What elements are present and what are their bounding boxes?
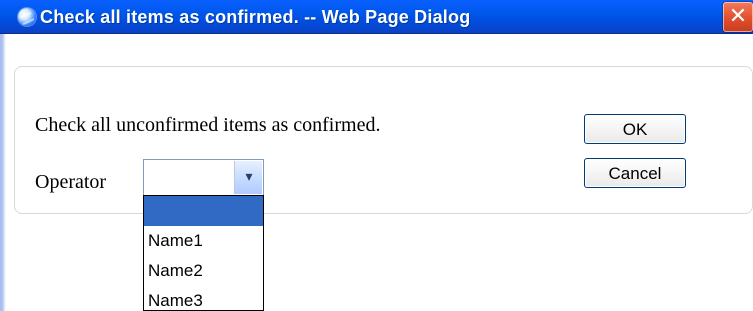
dropdown-option[interactable]: Name1 (144, 226, 263, 256)
close-icon: ✕ (728, 4, 748, 29)
dropdown-option[interactable]: Name3 (144, 286, 263, 310)
dialog-window: Check all items as confirmed. -- Web Pag… (0, 0, 753, 311)
window-left-border (0, 34, 6, 311)
dropdown-option[interactable]: Name2 (144, 256, 263, 286)
cancel-button[interactable]: Cancel (584, 158, 686, 188)
dropdown-option[interactable] (144, 196, 263, 226)
confirm-message: Check all unconfirmed items as confirmed… (35, 114, 381, 136)
operator-label: Operator (35, 171, 107, 193)
ok-button[interactable]: OK (584, 114, 686, 144)
close-button[interactable]: ✕ (723, 2, 753, 32)
chevron-down-icon: ▾ (245, 169, 253, 185)
operator-dropdown-list[interactable]: Name1 Name2 Name3 (143, 195, 264, 311)
title-bar: Check all items as confirmed. -- Web Pag… (0, 0, 753, 34)
window-title: Check all items as confirmed. -- Web Pag… (40, 7, 471, 27)
operator-dropdown-button[interactable]: ▾ (234, 161, 262, 194)
ie-dialog-icon (18, 8, 36, 26)
operator-select[interactable]: ▾ (143, 159, 264, 196)
